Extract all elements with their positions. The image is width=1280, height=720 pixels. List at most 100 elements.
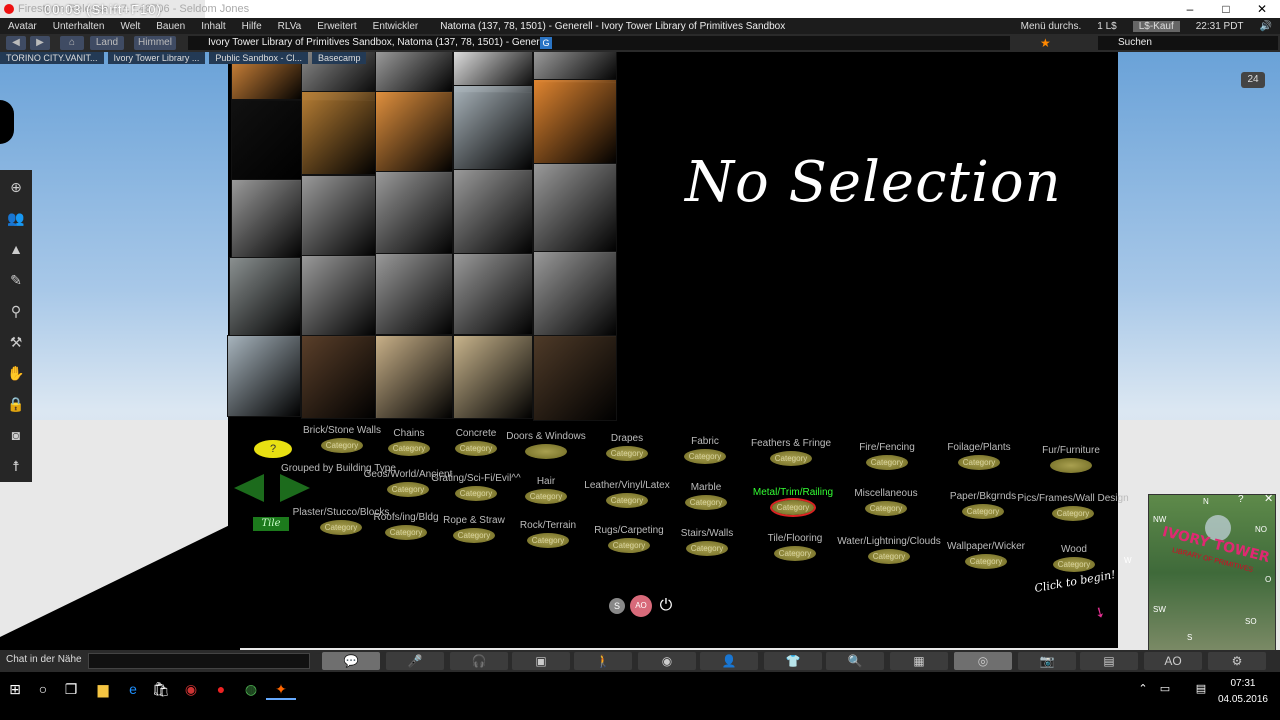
menu-entwickler[interactable]: Entwickler [373,21,419,32]
home-icon[interactable]: ⌂ [60,36,84,50]
minimap-help-icon[interactable]: ? [1238,494,1244,505]
texture-tile[interactable] [375,171,453,255]
volume-icon[interactable]: 🔊 [1260,21,1272,32]
menu-welt[interactable]: Welt [120,21,140,32]
category-button[interactable] [525,444,567,459]
texture-tile[interactable] [453,85,533,171]
category-button[interactable] [1050,458,1092,473]
category-button[interactable]: Category [685,495,727,510]
texture-tile[interactable] [301,175,377,257]
settings-icon[interactable]: ⚙ [1208,652,1266,670]
texture-tile[interactable] [301,91,377,175]
backpack-icon[interactable]: ▤ [1080,652,1138,670]
menu-rlva[interactable]: RLVa [278,21,302,32]
prev-arrow-icon[interactable] [234,474,264,502]
menu-unterhalten[interactable]: Unterhalten [53,21,105,32]
texture-tile[interactable] [533,251,617,337]
task-view-icon[interactable]: ❐ [56,678,86,700]
texture-tile[interactable] [231,179,303,259]
walk-icon[interactable]: 🚶 [574,652,632,670]
search-icon[interactable]: 🔍 [826,652,884,670]
land-button[interactable]: Land [90,36,124,50]
category-button[interactable]: Category [866,455,908,470]
texture-tile[interactable] [301,255,377,337]
texture-tile[interactable] [231,99,303,181]
notification-icon[interactable]: ▤ [1186,678,1216,700]
people-icon[interactable]: 👥 [0,203,32,233]
buy-currency-button[interactable]: L$-Kauf [1132,20,1180,32]
category-button[interactable]: Category [1052,506,1094,521]
category-button[interactable]: Category [770,451,812,466]
hud-ao-button[interactable]: AO [630,595,652,617]
category-button[interactable]: Category [525,489,567,504]
minimap-close-icon[interactable]: ✕ [1264,492,1273,505]
snapshot-camera-icon[interactable]: 📷 [1018,652,1076,670]
store-icon[interactable]: 🛍 [146,678,176,700]
category-button[interactable]: Category [527,533,569,548]
texture-tile[interactable] [453,253,533,335]
favorite-star-icon[interactable]: ★ [1040,36,1051,50]
people-list-icon[interactable]: 👤 [700,652,758,670]
chat-input[interactable] [88,653,310,669]
windows-start-icon[interactable]: ⊞ [0,678,30,700]
app-icon[interactable]: ◉ [176,678,206,700]
minimap[interactable]: IVORY TOWER LIBRARY OF PRIMITIVES N NW N… [1148,494,1276,652]
texture-tile[interactable] [453,169,533,255]
texture-tile[interactable] [375,253,453,335]
texture-tile[interactable] [533,335,617,421]
menu-hilfe[interactable]: Hilfe [242,21,262,32]
next-arrow-icon[interactable] [280,474,310,502]
category-button[interactable]: Category [962,504,1004,519]
pin-icon[interactable]: ✎ [0,265,32,295]
minimize-button[interactable]: – [1172,0,1208,18]
texture-tile[interactable] [375,91,453,173]
hud-small-button[interactable]: S [609,598,625,614]
menu-search[interactable]: Menü durchs. [1021,21,1082,32]
notification-badge[interactable]: 24 [1241,72,1265,88]
edge-icon[interactable]: e [118,678,148,700]
close-button[interactable]: ✕ [1244,0,1280,18]
headset-icon[interactable]: 🎧 [450,652,508,670]
radar-icon[interactable]: ◎ [954,652,1012,670]
category-button[interactable]: Category [965,554,1007,569]
snapshot-icon[interactable]: ▲ [0,234,32,264]
world-icon[interactable]: ⊕ [0,172,32,202]
texture-tile[interactable] [229,257,301,337]
category-button[interactable]: Category [774,546,816,561]
category-button[interactable]: Category [868,549,910,564]
sky-button[interactable]: Himmel [134,36,176,50]
favorite-item[interactable]: TORINO CITY.VANIT... [0,52,104,64]
firestorm-icon[interactable]: ✦ [266,678,296,700]
stand-icon[interactable]: ☨ [0,451,32,481]
category-button[interactable]: Category [1053,557,1095,572]
forward-icon[interactable]: ▶ [30,36,50,50]
chat-bubble-icon[interactable]: 💬 [322,652,380,670]
search-input[interactable]: Suchen [1098,36,1278,50]
location-input[interactable]: Ivory Tower Library of Primitives Sandbo… [188,36,1010,50]
file-explorer-icon[interactable]: ▆ [88,678,118,700]
cortana-icon[interactable]: ○ [28,678,58,700]
record-app-icon[interactable]: ● [206,678,236,700]
texture-tile[interactable] [453,335,533,419]
ao-button[interactable]: AO [1144,652,1202,670]
category-button[interactable]: Category [958,455,1000,470]
texture-tile[interactable] [227,335,301,417]
tile-mode-button[interactable]: Tile [253,517,289,531]
texture-tile[interactable] [301,335,377,419]
build-icon[interactable]: ⚒ [0,327,32,357]
back-icon[interactable]: ◀ [6,36,26,50]
category-button[interactable]: Category [686,541,728,556]
texture-tile[interactable] [533,79,617,165]
favorite-item[interactable]: Public Sandbox - Cl... [209,52,308,64]
map-icon[interactable]: ▦ [890,652,948,670]
menu-avatar[interactable]: Avatar [8,21,37,32]
texture-tile[interactable] [375,335,453,419]
favorite-item[interactable]: Basecamp [311,52,367,64]
texture-tile[interactable] [533,163,617,253]
maximize-button[interactable]: □ [1208,0,1244,18]
menu-inhalt[interactable]: Inhalt [201,21,225,32]
voice-icon[interactable]: 🎤 [386,652,444,670]
favorite-item[interactable]: Ivory Tower Library ... [107,52,206,64]
lock-icon[interactable]: 🔒 [0,389,32,419]
category-button[interactable]: Category [865,501,907,516]
